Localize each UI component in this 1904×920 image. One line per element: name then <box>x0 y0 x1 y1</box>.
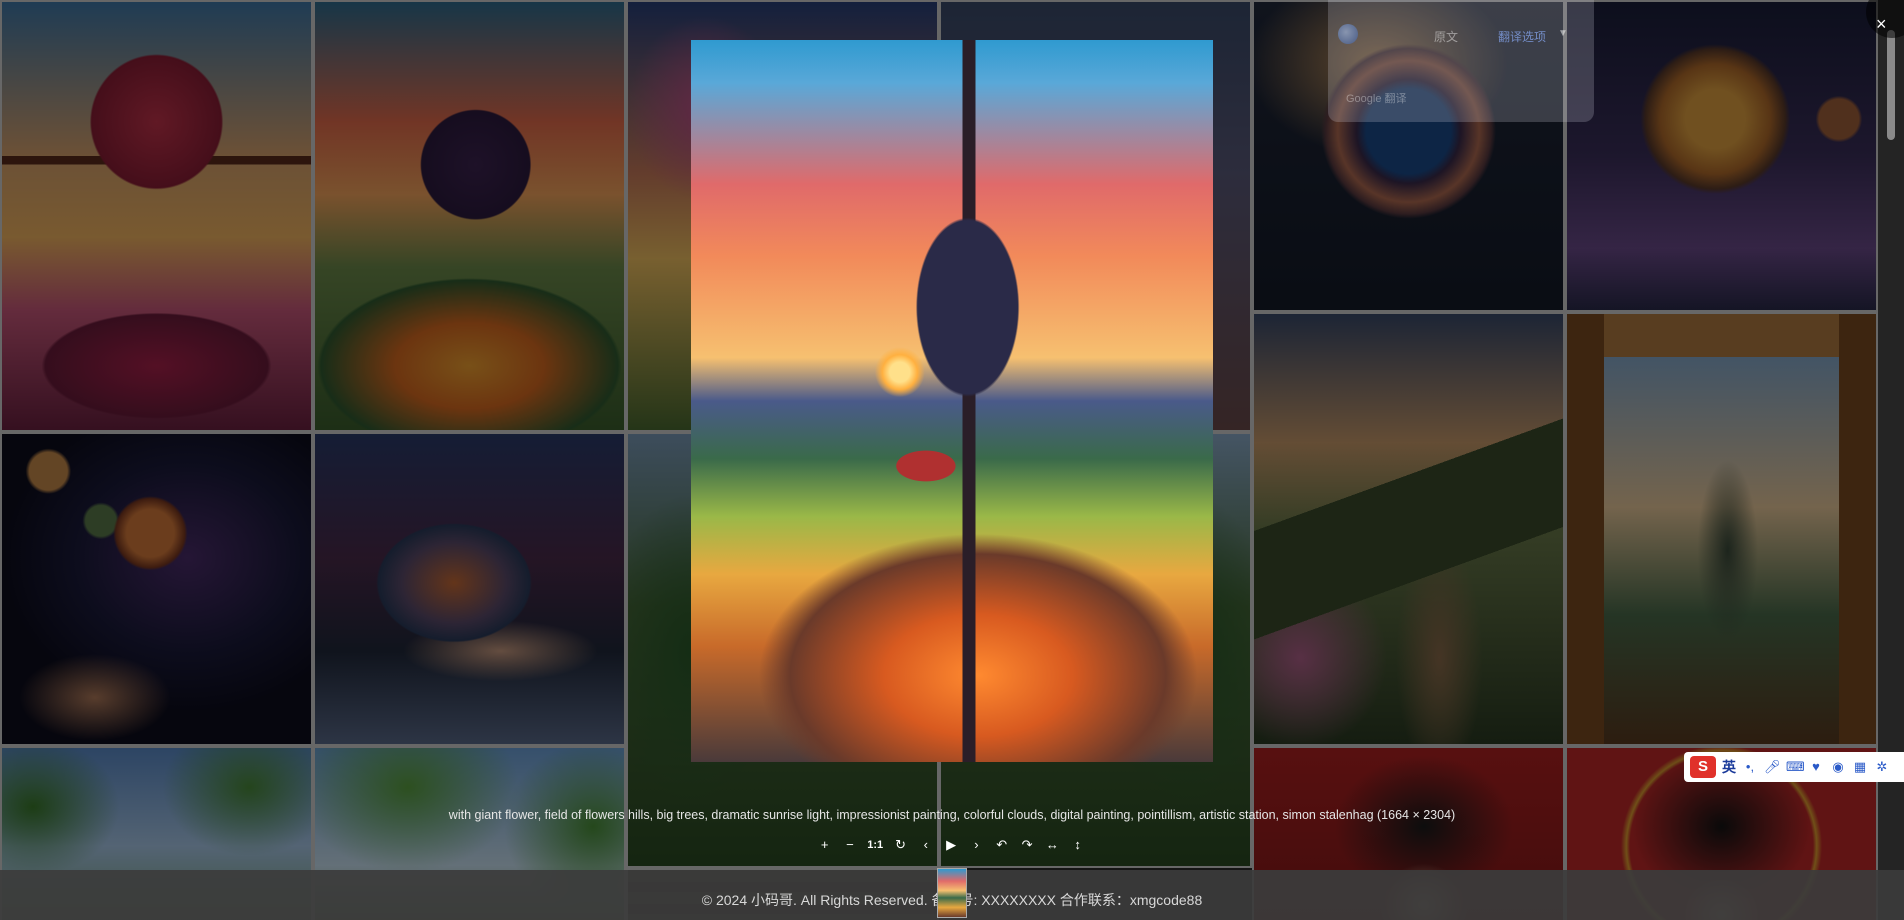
play-button[interactable]: ▶ <box>938 832 963 858</box>
ime-toolbar: S 英 •, 🎤︎ ⌨ ♥ ◉ ▦ ✲ <box>1684 752 1904 782</box>
punctuation-icon[interactable]: •, <box>1742 759 1758 775</box>
rotate-right-button[interactable]: ↷ <box>1014 832 1039 858</box>
tree-flower-field-painting <box>691 40 1213 762</box>
flip-horizontal-button[interactable]: ↔ <box>1040 832 1065 858</box>
prev-button[interactable]: ‹ <box>913 832 938 858</box>
reset-button[interactable]: ↻ <box>888 832 913 858</box>
flip-vertical-button[interactable]: ↕ <box>1065 832 1090 858</box>
zoom-out-button[interactable]: − <box>837 832 862 858</box>
translate-original-tab[interactable]: 原文 <box>1434 28 1458 45</box>
google-translate-label: Google 翻译 <box>1346 93 1407 105</box>
keyboard-icon[interactable]: ⌨ <box>1786 759 1805 775</box>
preview-image[interactable] <box>691 40 1213 762</box>
viewer-thumbnail[interactable] <box>937 868 967 918</box>
page-scrollbar[interactable] <box>1878 0 1904 920</box>
rotate-left-button[interactable]: ↶ <box>989 832 1014 858</box>
grid-icon[interactable]: ▦ <box>1852 759 1868 775</box>
scrollbar-thumb[interactable] <box>1887 30 1895 140</box>
zoom-in-button[interactable]: + <box>812 832 837 858</box>
chevron-down-icon: ▼ <box>1558 28 1568 39</box>
next-button[interactable]: › <box>964 832 989 858</box>
image-viewer-page: 原文 翻译选项 ▼ Google 翻译 × with giant flower,… <box>0 0 1904 920</box>
microphone-icon[interactable]: 🎤︎ <box>1764 759 1781 775</box>
close-icon: × <box>1876 14 1887 34</box>
translate-options-button[interactable]: 翻译选项 <box>1498 28 1546 45</box>
one-to-one-button[interactable]: 1:1 <box>863 832 888 858</box>
ime-language-toggle[interactable]: 英 <box>1722 757 1736 777</box>
translate-popup: 原文 翻译选项 ▼ Google 翻译 <box>1328 0 1594 122</box>
gamepad-icon[interactable]: ◉ <box>1830 759 1846 775</box>
globe-icon <box>1338 24 1358 44</box>
settings-icon[interactable]: ✲ <box>1874 759 1890 775</box>
sogou-logo[interactable]: S <box>1690 756 1716 778</box>
image-caption: with giant flower, field of flowers hill… <box>448 808 1456 822</box>
skin-icon[interactable]: ♥ <box>1808 759 1824 775</box>
viewer-toolbar: + − 1:1 ↻ ‹ ▶ › ↶ ↷ ↔ ↕ <box>812 832 1090 858</box>
